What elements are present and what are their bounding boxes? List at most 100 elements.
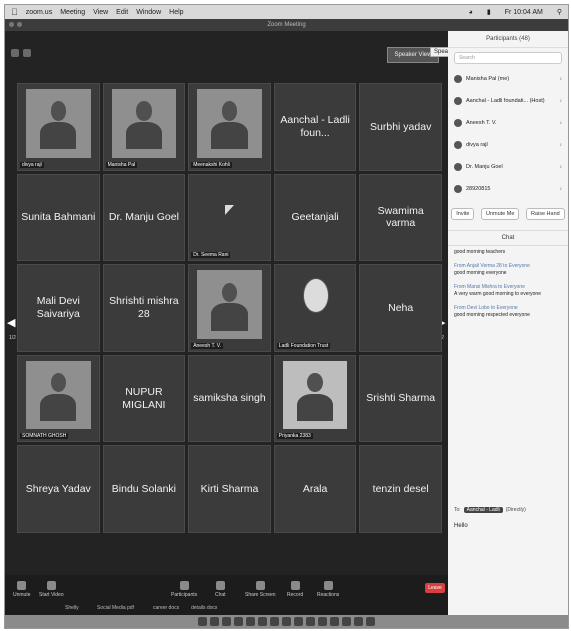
battery-icon[interactable]: ▮	[487, 8, 491, 16]
window-titlebar: Zoom Meeting	[5, 19, 568, 31]
menu-window[interactable]: Window	[136, 9, 161, 16]
participant-tile[interactable]: Neha	[359, 264, 442, 352]
menu-view[interactable]: View	[93, 9, 108, 16]
participant-name: Sunita Bahmani	[21, 211, 96, 224]
participant-tile[interactable]: divya rajl	[17, 83, 100, 171]
participant-row[interactable]: Aneesh T. V. ♪	[448, 112, 568, 134]
menu-edit[interactable]: Edit	[116, 9, 128, 16]
zoom-icon[interactable]	[294, 617, 303, 626]
participant-tile[interactable]: Swamima varma	[359, 173, 442, 262]
participant-row[interactable]: divya rajl ♪	[448, 134, 568, 156]
leave-button[interactable]: Leave	[425, 583, 445, 593]
unmute-button[interactable]: Unmute	[13, 575, 31, 598]
wifi-icon[interactable]: ◕	[469, 9, 473, 16]
participant-tile[interactable]: Mali Devi Saivariya	[17, 264, 100, 352]
safari-icon[interactable]	[222, 617, 231, 626]
participant-row-name: divya rajl	[466, 142, 488, 148]
participant-row[interactable]: Dr. Manju Goel ♪	[448, 156, 568, 178]
chrome-icon[interactable]	[282, 617, 291, 626]
participant-name: Shrishti mishra 28	[109, 295, 179, 320]
desktop-file-label[interactable]: Shelly	[65, 605, 79, 611]
recipient-select[interactable]: Aanchal - Ladli	[463, 507, 503, 513]
chat-icon	[215, 581, 225, 590]
apple-icon[interactable]: 	[11, 7, 18, 17]
participant-tile[interactable]: Ladli Foundation Trust	[273, 264, 357, 352]
participant-row[interactable]: Aanchal - Ladli foundati... (Host) ♪	[448, 90, 568, 112]
participant-tile[interactable]: Kirti Sharma	[188, 445, 271, 533]
photos-icon[interactable]	[270, 617, 279, 626]
person-head-shape	[50, 373, 66, 393]
app-store-icon[interactable]	[342, 617, 351, 626]
unmute-me-button[interactable]: Unmute Me	[480, 208, 520, 220]
launchpad-icon[interactable]	[210, 617, 219, 626]
participant-tile[interactable]: Aneesh T. V.	[188, 264, 271, 352]
participant-tile[interactable]: Geetanjali	[273, 173, 357, 262]
foundation-logo	[303, 278, 330, 313]
avatar	[454, 119, 462, 127]
participant-tile[interactable]: Aanchal - Ladli foun...	[273, 83, 357, 171]
participant-tile[interactable]: tenzin desel	[359, 445, 442, 533]
clock-text[interactable]: Fr 10:04 AM	[505, 9, 543, 16]
participant-name: NUPUR MIGLANI	[122, 386, 166, 411]
muted-mic-icon: ♪	[559, 142, 563, 148]
finder-icon[interactable]	[198, 617, 207, 626]
participant-tile[interactable]: Srishti Sharma	[359, 354, 442, 443]
person-body-shape	[125, 121, 162, 150]
close-window-button[interactable]	[9, 22, 14, 27]
record-button[interactable]: Record	[287, 575, 303, 598]
participant-tile[interactable]: Shrishti mishra 28	[102, 264, 186, 352]
participant-row[interactable]: 28920815 ♪	[448, 178, 568, 200]
participant-name: Bindu Solanki	[111, 482, 176, 495]
security-icon[interactable]	[23, 49, 31, 57]
participant-tile[interactable]: Dr. Manju Goel	[102, 173, 186, 262]
desktop-file-label[interactable]: career docs	[153, 605, 179, 611]
invite-button[interactable]: Invite	[451, 208, 475, 220]
menu-meeting[interactable]: Meeting	[60, 9, 85, 16]
search-icon[interactable]: ⚲	[557, 8, 562, 16]
desktop-file-label[interactable]: Social Media pdf	[97, 605, 134, 611]
info-icon[interactable]	[11, 49, 19, 57]
participant-tile[interactable]: Dr. Seema Rani	[188, 173, 271, 262]
participant-tile[interactable]: Meenakshi Kohli	[188, 83, 271, 171]
participant-tile[interactable]: Shreya Yadav	[17, 445, 100, 533]
notes-icon[interactable]	[258, 617, 267, 626]
desktop-file-label[interactable]: details docx	[191, 605, 217, 611]
participant-tile[interactable]: Manisha Pal	[102, 83, 186, 171]
participant-row-name: Aanchal - Ladli foundati... (Host)	[466, 98, 545, 104]
trash-icon[interactable]	[366, 617, 375, 626]
participant-tile[interactable]: Surbhi yadav	[359, 83, 442, 171]
participant-tile[interactable]: Priyanka 2383	[273, 354, 357, 443]
prev-page-arrow-icon[interactable]: ◀	[7, 316, 15, 330]
menu-app[interactable]: zoom.us	[26, 9, 52, 16]
mail-icon[interactable]	[234, 617, 243, 626]
chat-sender: From Mansi Mishra to Everyone	[454, 283, 525, 290]
participants-button[interactable]: Participants	[171, 575, 197, 598]
word-icon[interactable]	[306, 617, 315, 626]
participants-search-input[interactable]: Search	[454, 52, 562, 64]
minimize-window-button[interactable]	[17, 22, 22, 27]
calendar-icon[interactable]	[246, 617, 255, 626]
record-icon	[290, 581, 300, 590]
participant-name: Surbhi yadav	[370, 120, 432, 133]
chat-message-input[interactable]: Hello	[454, 523, 468, 529]
share-screen-button[interactable]: Share Screen	[245, 575, 276, 598]
avatar	[454, 141, 462, 149]
participant-tile[interactable]: NUPUR MIGLANI	[102, 354, 186, 443]
participant-tile[interactable]: SOMNATH GHOSH	[17, 354, 100, 443]
participant-tile[interactable]: Arala	[273, 445, 357, 533]
participant-row[interactable]: Manisha Pal (me) ♪	[448, 68, 568, 90]
camera-icon	[46, 581, 56, 590]
settings-icon[interactable]	[318, 617, 327, 626]
chat-button[interactable]: Chat	[215, 575, 226, 598]
participant-tile[interactable]: Bindu Solanki	[102, 445, 186, 533]
reactions-button[interactable]: Reactions	[317, 575, 339, 598]
menu-help[interactable]: Help	[169, 9, 183, 16]
participant-tile[interactable]: Sunita Bahmani	[17, 173, 100, 262]
start-video-button[interactable]: Start Video	[39, 575, 64, 598]
participant-tile[interactable]: samiksha singh	[188, 354, 271, 443]
meeting-toolbar: Unmute Start Video Participants Chat Sha…	[5, 575, 448, 615]
participant-name: Swamima varma	[377, 204, 424, 230]
music-icon[interactable]	[330, 617, 339, 626]
folder-icon[interactable]	[354, 617, 363, 626]
raise-hand-button[interactable]: Raise Hand	[525, 208, 565, 220]
